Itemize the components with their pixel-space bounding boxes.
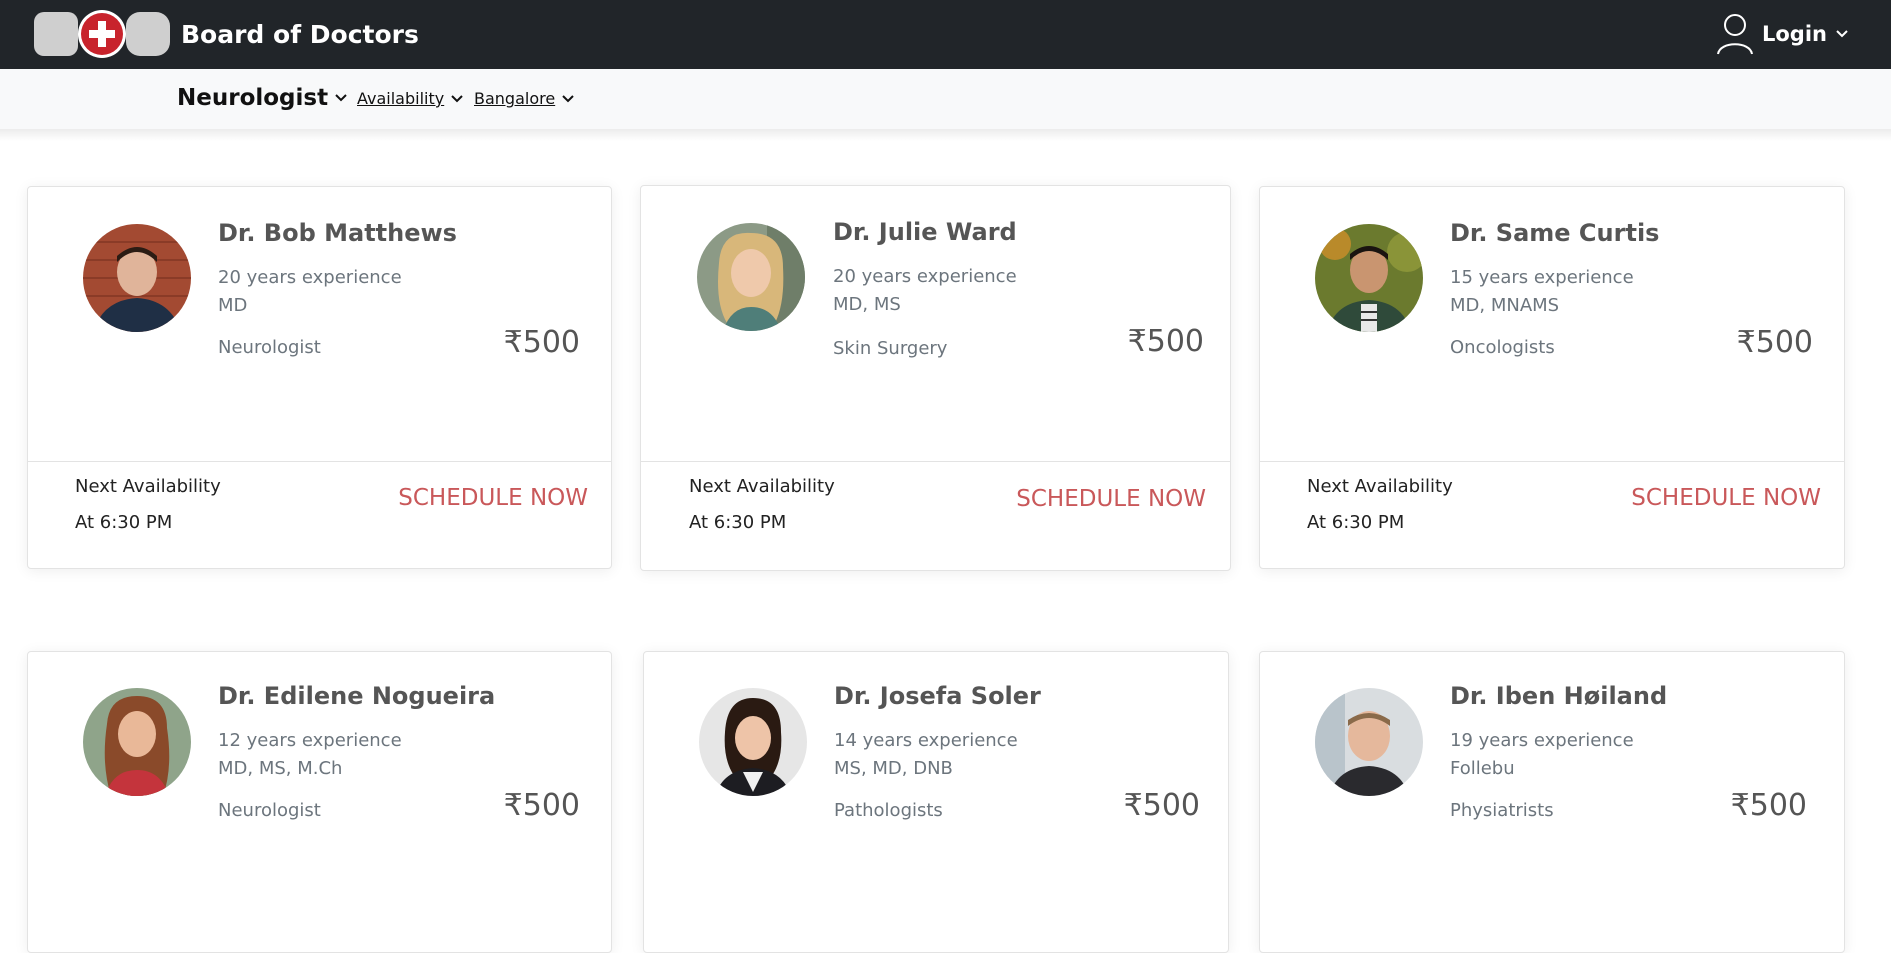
doctor-name[interactable]: Dr. Edilene Nogueira bbox=[218, 682, 495, 710]
top-navbar: Board of Doctors Login bbox=[0, 0, 1891, 69]
doctor-card[interactable]: Dr. Iben Høiland 19 years experience Fol… bbox=[1259, 651, 1845, 953]
next-availability-label: Next Availability bbox=[689, 476, 835, 497]
consultation-fee: ₹500 bbox=[1127, 324, 1204, 359]
schedule-now-button[interactable]: SCHEDULE NOW bbox=[398, 485, 588, 511]
doctor-degrees: MD bbox=[218, 295, 248, 316]
doctor-card[interactable]: Dr. Josefa Soler 14 years experience MS,… bbox=[643, 651, 1229, 953]
doctor-degrees: Follebu bbox=[1450, 758, 1515, 779]
consultation-fee: ₹500 bbox=[503, 788, 580, 823]
schedule-now-button[interactable]: SCHEDULE NOW bbox=[1631, 485, 1821, 511]
doctor-avatar bbox=[699, 688, 807, 796]
card-divider bbox=[1260, 461, 1844, 462]
availability-dropdown[interactable]: Availability bbox=[357, 89, 464, 108]
consultation-fee: ₹500 bbox=[1730, 788, 1807, 823]
doctor-specialty: Pathologists bbox=[834, 800, 943, 821]
card-divider bbox=[641, 461, 1230, 462]
consultation-fee: ₹500 bbox=[503, 325, 580, 360]
doctor-avatar bbox=[1315, 688, 1423, 796]
doctor-name[interactable]: Dr. Bob Matthews bbox=[218, 219, 457, 247]
schedule-now-button[interactable]: SCHEDULE NOW bbox=[1016, 486, 1206, 512]
next-availability-time: At 6:30 PM bbox=[689, 512, 787, 533]
doctor-experience: 15 years experience bbox=[1450, 267, 1634, 288]
chevron-down-icon bbox=[335, 94, 347, 102]
chevron-down-icon bbox=[451, 94, 463, 102]
doctor-avatar bbox=[697, 223, 805, 331]
doctor-specialty: Physiatrists bbox=[1450, 800, 1554, 821]
doctor-avatar bbox=[1315, 224, 1423, 332]
doctor-experience: 14 years experience bbox=[834, 730, 1018, 751]
doctor-degrees: MS, MD, DNB bbox=[834, 758, 953, 779]
doctor-experience: 19 years experience bbox=[1450, 730, 1634, 751]
doctor-degrees: MD, MS, M.Ch bbox=[218, 758, 343, 779]
filter-bar-shadow bbox=[0, 129, 1891, 141]
doctor-specialty: Skin Surgery bbox=[833, 338, 948, 359]
doctor-card[interactable]: Dr. Same Curtis 15 years experience MD, … bbox=[1259, 186, 1845, 569]
doctor-card[interactable]: Dr. Bob Matthews 20 years experience MD … bbox=[27, 186, 612, 569]
location-label: Bangalore bbox=[474, 89, 556, 108]
next-availability-label: Next Availability bbox=[75, 476, 221, 497]
doctor-name[interactable]: Dr. Same Curtis bbox=[1450, 219, 1659, 247]
doctor-name[interactable]: Dr. Iben Høiland bbox=[1450, 682, 1667, 710]
doctor-avatar bbox=[83, 688, 191, 796]
login-label: Login bbox=[1762, 22, 1827, 46]
doctor-specialty: Neurologist bbox=[218, 337, 321, 358]
doctor-card[interactable]: Dr. Julie Ward 20 years experience MD, M… bbox=[640, 185, 1231, 571]
brand-title[interactable]: Board of Doctors bbox=[181, 20, 419, 49]
specialty-dropdown[interactable]: Neurologist bbox=[177, 85, 348, 111]
doctor-name[interactable]: Dr. Julie Ward bbox=[833, 218, 1017, 246]
doctor-name[interactable]: Dr. Josefa Soler bbox=[834, 682, 1041, 710]
bod-cross-logo-icon[interactable] bbox=[34, 10, 170, 58]
doctor-degrees: MD, MS bbox=[833, 294, 901, 315]
consultation-fee: ₹500 bbox=[1736, 325, 1813, 360]
doctor-experience: 20 years experience bbox=[833, 266, 1017, 287]
chevron-down-icon bbox=[1836, 30, 1848, 38]
chevron-down-icon bbox=[562, 94, 574, 102]
doctor-experience: 12 years experience bbox=[218, 730, 402, 751]
next-availability-label: Next Availability bbox=[1307, 476, 1453, 497]
doctor-experience: 20 years experience bbox=[218, 267, 402, 288]
login-menu[interactable]: Login bbox=[1716, 11, 1849, 57]
doctor-degrees: MD, MNAMS bbox=[1450, 295, 1560, 316]
doctor-specialty: Oncologists bbox=[1450, 337, 1555, 358]
next-availability-time: At 6:30 PM bbox=[75, 512, 173, 533]
next-availability-time: At 6:30 PM bbox=[1307, 512, 1405, 533]
doctor-specialty: Neurologist bbox=[218, 800, 321, 821]
specialty-label: Neurologist bbox=[177, 85, 329, 111]
card-divider bbox=[28, 461, 611, 462]
location-dropdown[interactable]: Bangalore bbox=[474, 89, 575, 108]
user-icon bbox=[1717, 14, 1753, 55]
doctor-avatar bbox=[83, 224, 191, 332]
doctor-card[interactable]: Dr. Edilene Nogueira 12 years experience… bbox=[27, 651, 612, 953]
consultation-fee: ₹500 bbox=[1123, 788, 1200, 823]
availability-label: Availability bbox=[357, 89, 445, 108]
